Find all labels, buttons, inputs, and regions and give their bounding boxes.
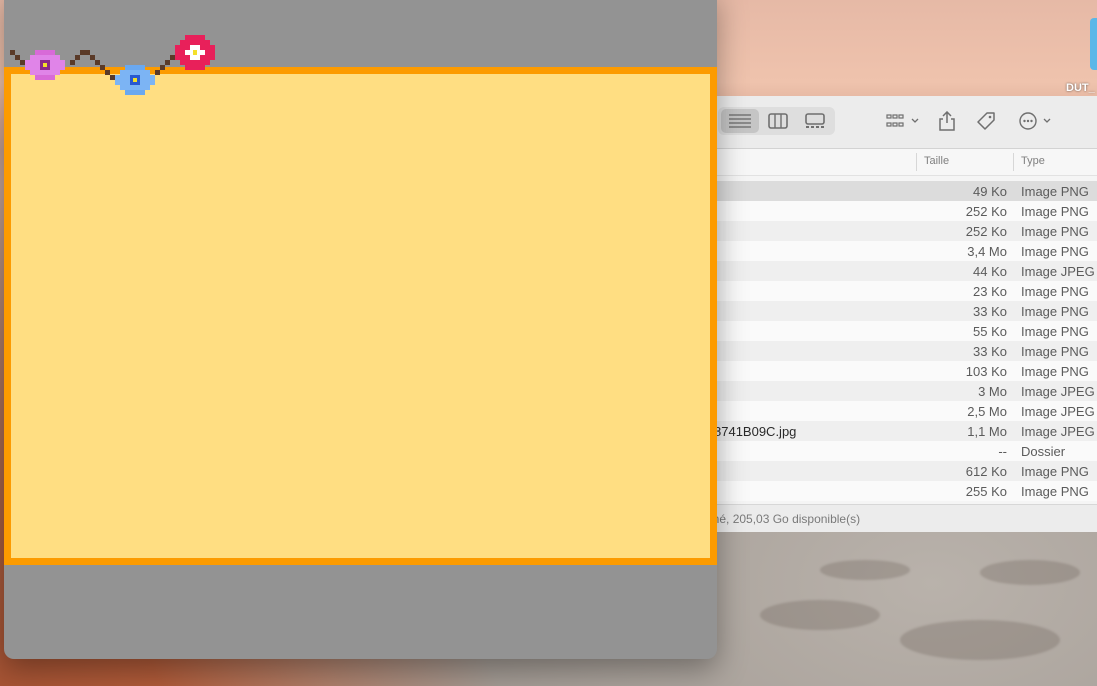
file-type: Image PNG	[1021, 184, 1089, 199]
tag-icon[interactable]	[975, 108, 997, 134]
file-size: --	[998, 444, 1007, 459]
file-size: 2,5 Mo	[967, 404, 1007, 419]
folder-icon	[1090, 18, 1097, 70]
file-size: 252 Ko	[965, 224, 1007, 239]
file-type: Image PNG	[1021, 284, 1089, 299]
file-type: Image PNG	[1021, 204, 1089, 219]
finder-window: Taille Type 49 Ko Image PNG 252 Ko Image PN…	[700, 96, 1097, 532]
wallpaper-rock	[820, 560, 910, 580]
file-row[interactable]: 252 Ko Image PNG	[700, 221, 1097, 241]
file-size: 3,4 Mo	[967, 244, 1007, 259]
more-icon[interactable]	[1016, 108, 1056, 134]
file-size: 44 Ko	[973, 264, 1007, 279]
column-header-size[interactable]: Taille	[924, 155, 949, 167]
gallery-view-icon[interactable]	[800, 110, 830, 132]
file-type: Image PNG	[1021, 464, 1089, 479]
file-size: 3 Mo	[978, 384, 1007, 399]
file-type: Image PNG	[1021, 324, 1089, 339]
wallpaper-rock	[980, 560, 1080, 585]
file-row[interactable]: 49 Ko Image PNG	[700, 181, 1097, 201]
file-size: 612 Ko	[965, 464, 1007, 479]
file-name: 8741B09C.jpg	[714, 424, 797, 439]
file-type: Image PNG	[1021, 244, 1089, 259]
file-row[interactable]: 2,5 Mo Image JPEG	[700, 401, 1097, 421]
note-card[interactable]	[4, 67, 717, 565]
file-type: Dossier	[1021, 444, 1066, 459]
file-row[interactable]: 103 Ko Image PNG	[700, 361, 1097, 381]
finder-file-list: 49 Ko Image PNG 252 Ko Image PNG 252 Ko Image…	[700, 181, 1097, 501]
file-row[interactable]: 33 Ko Image PNG	[700, 301, 1097, 321]
desktop-folder[interactable]: DUT_	[1066, 18, 1097, 94]
file-row[interactable]: 255 Ko Image PNG	[700, 481, 1097, 501]
pink-flower-icon	[25, 50, 65, 80]
file-size: 49 Ko	[973, 184, 1007, 199]
file-size: 33 Ko	[973, 304, 1007, 319]
file-row[interactable]: 612 Ko Image PNG	[700, 461, 1097, 481]
view-mode-segment	[718, 107, 835, 135]
file-size: 55 Ko	[973, 324, 1007, 339]
file-row[interactable]: 33 Ko Image PNG	[700, 341, 1097, 361]
file-type: Image PNG	[1021, 304, 1089, 319]
file-type: Image PNG	[1021, 364, 1089, 379]
file-size: 23 Ko	[973, 284, 1007, 299]
file-row[interactable]: 8741B09C.jpg 1,1 Mo Image JPEG	[700, 421, 1097, 441]
app-window	[4, 0, 717, 659]
file-type: Image JPEG	[1021, 264, 1095, 279]
wallpaper-rock	[900, 620, 1060, 660]
file-type: Image JPEG	[1021, 424, 1095, 439]
file-row[interactable]: -- Dossier	[700, 441, 1097, 461]
wallpaper-rock	[760, 600, 880, 630]
column-view-icon[interactable]	[763, 110, 793, 132]
file-row[interactable]: 252 Ko Image PNG	[700, 201, 1097, 221]
finder-column-header: Taille Type	[700, 149, 1097, 176]
file-size: 33 Ko	[973, 344, 1007, 359]
column-header-type[interactable]: Type	[1021, 155, 1045, 167]
file-size: 103 Ko	[965, 364, 1007, 379]
blue-flower-icon	[115, 65, 155, 95]
desktop-folder-label: DUT_	[1066, 82, 1095, 94]
finder-toolbar	[700, 96, 1097, 149]
file-row[interactable]: 44 Ko Image JPEG	[700, 261, 1097, 281]
file-size: 255 Ko	[965, 484, 1007, 499]
list-view-icon[interactable]	[725, 110, 755, 132]
file-type: Image JPEG	[1021, 384, 1095, 399]
file-row[interactable]: 3,4 Mo Image PNG	[700, 241, 1097, 261]
file-type: Image JPEG	[1021, 404, 1095, 419]
file-type: Image PNG	[1021, 224, 1089, 239]
status-text: nné, 205,03 Go disponible(s)	[706, 512, 861, 526]
share-icon[interactable]	[936, 108, 958, 134]
group-icon[interactable]	[883, 108, 923, 134]
red-flower-icon	[175, 35, 215, 70]
column-separator	[916, 153, 917, 171]
file-row[interactable]: 23 Ko Image PNG	[700, 281, 1097, 301]
file-size: 1,1 Mo	[967, 424, 1007, 439]
file-row[interactable]: 3 Mo Image JPEG	[700, 381, 1097, 401]
file-type: Image PNG	[1021, 484, 1089, 499]
file-type: Image PNG	[1021, 344, 1089, 359]
file-size: 252 Ko	[965, 204, 1007, 219]
finder-status-bar: nné, 205,03 Go disponible(s)	[700, 504, 1097, 532]
flower-garland	[10, 35, 215, 95]
column-separator	[1013, 153, 1014, 171]
file-row[interactable]: 55 Ko Image PNG	[700, 321, 1097, 341]
